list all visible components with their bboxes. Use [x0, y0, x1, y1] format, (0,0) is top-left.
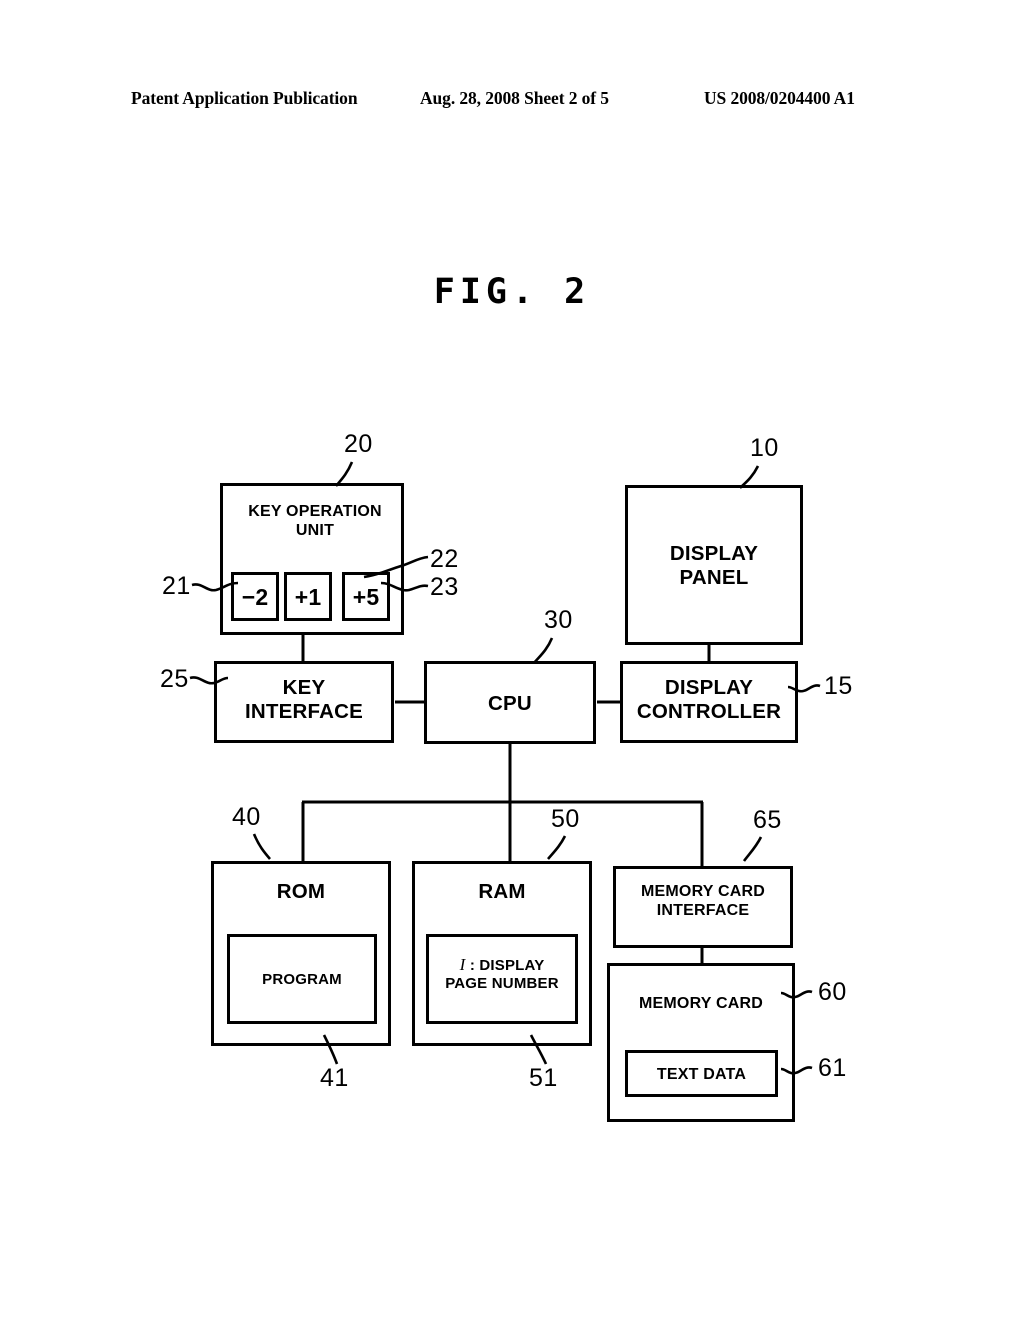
key-plus1-label: +1: [294, 584, 322, 610]
display-controller-label: DISPLAY CONTROLLER: [636, 676, 782, 724]
ref-numeral-25: 25: [160, 665, 189, 693]
key-operation-unit-label: KEY OPERATION UNIT: [248, 503, 382, 539]
block-cpu[interactable]: CPU: [424, 661, 596, 744]
ref-numeral-41: 41: [320, 1064, 349, 1092]
leader-50: [547, 835, 567, 860]
ref-numeral-10: 10: [750, 434, 779, 462]
block-display-controller[interactable]: DISPLAY CONTROLLER: [620, 661, 798, 743]
memory-card-interface-label: MEMORY CARD INTERFACE: [641, 883, 765, 919]
ref-numeral-21: 21: [162, 572, 191, 600]
ref-numeral-40: 40: [232, 803, 261, 831]
leader-30: [533, 637, 554, 664]
leader-65: [742, 836, 763, 862]
memory-card-label: MEMORY CARD: [639, 995, 763, 1012]
display-page-number-label: I : DISPLAY PAGE NUMBER: [429, 955, 575, 993]
program-label: PROGRAM: [262, 971, 342, 988]
key-plus5-label: +5: [352, 584, 380, 610]
key-interface-label: KEY INTERFACE: [245, 676, 363, 724]
diagram-connectors: [189, 461, 821, 1075]
ram-label: RAM: [478, 880, 526, 903]
cpu-label: CPU: [488, 692, 532, 715]
ref-numeral-22: 22: [430, 545, 459, 573]
block-program[interactable]: PROGRAM: [227, 934, 377, 1024]
block-diagram: KEY OPERATION UNIT −2 +1 +5 DISPLAY PANE…: [0, 0, 1024, 1320]
block-text-data[interactable]: TEXT DATA: [625, 1050, 778, 1097]
key-plus1[interactable]: +1: [284, 572, 332, 621]
ref-numeral-61: 61: [818, 1054, 847, 1082]
ref-numeral-15: 15: [824, 672, 853, 700]
block-display-page-number[interactable]: I : DISPLAY PAGE NUMBER: [426, 934, 578, 1024]
leader-40: [252, 833, 271, 860]
block-memory-card[interactable]: MEMORY CARD: [607, 963, 795, 1122]
display-page-number-symbol: I: [459, 955, 466, 974]
ref-numeral-65: 65: [753, 806, 782, 834]
display-panel-label: DISPLAY PANEL: [669, 542, 759, 590]
block-memory-card-interface[interactable]: MEMORY CARD INTERFACE: [613, 866, 793, 948]
block-display-panel[interactable]: DISPLAY PANEL: [625, 485, 803, 645]
key-minus2[interactable]: −2: [231, 572, 279, 621]
rom-label: ROM: [276, 880, 326, 903]
ref-numeral-30: 30: [544, 606, 573, 634]
key-minus2-label: −2: [241, 584, 269, 610]
block-key-interface[interactable]: KEY INTERFACE: [214, 661, 394, 743]
ref-numeral-23: 23: [430, 573, 459, 601]
ref-numeral-51: 51: [529, 1064, 558, 1092]
ref-numeral-60: 60: [818, 978, 847, 1006]
ref-numeral-50: 50: [551, 805, 580, 833]
text-data-label: TEXT DATA: [656, 1066, 747, 1083]
key-plus5[interactable]: +5: [342, 572, 390, 621]
ref-numeral-20: 20: [344, 430, 373, 458]
